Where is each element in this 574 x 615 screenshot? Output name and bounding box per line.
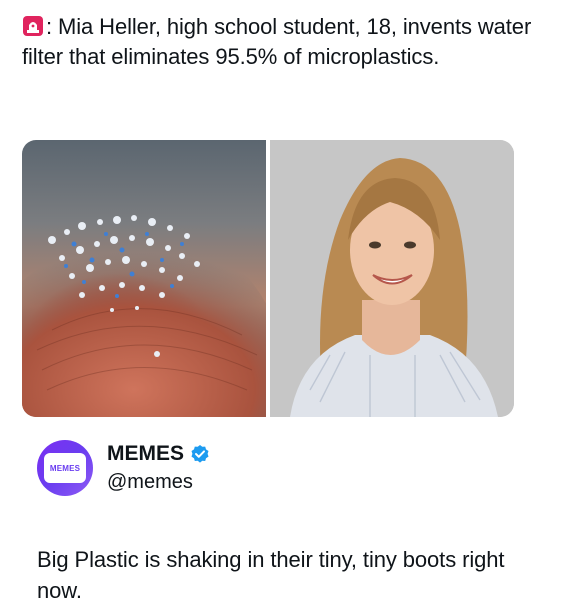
avatar-logo: MEMES bbox=[44, 453, 86, 483]
siren-icon bbox=[22, 15, 44, 37]
verified-badge-icon bbox=[190, 444, 210, 464]
post-headline: : Mia Heller, high school student, 18, i… bbox=[22, 12, 542, 72]
media-gallery[interactable] bbox=[22, 140, 514, 417]
student-portrait-image[interactable] bbox=[270, 140, 514, 417]
microplastics-image[interactable] bbox=[22, 140, 266, 417]
quoted-author[interactable]: MEMES MEMES @memes bbox=[37, 440, 210, 496]
display-name[interactable]: MEMES bbox=[107, 441, 210, 467]
author-names: MEMES @memes bbox=[107, 441, 210, 495]
display-name-text: MEMES bbox=[107, 442, 185, 465]
quote-text: Big Plastic is shaking in their tiny, ti… bbox=[37, 547, 505, 603]
avatar[interactable]: MEMES bbox=[37, 440, 93, 496]
headline-text: : Mia Heller, high school student, 18, i… bbox=[22, 14, 532, 69]
handle[interactable]: @memes bbox=[107, 469, 210, 495]
